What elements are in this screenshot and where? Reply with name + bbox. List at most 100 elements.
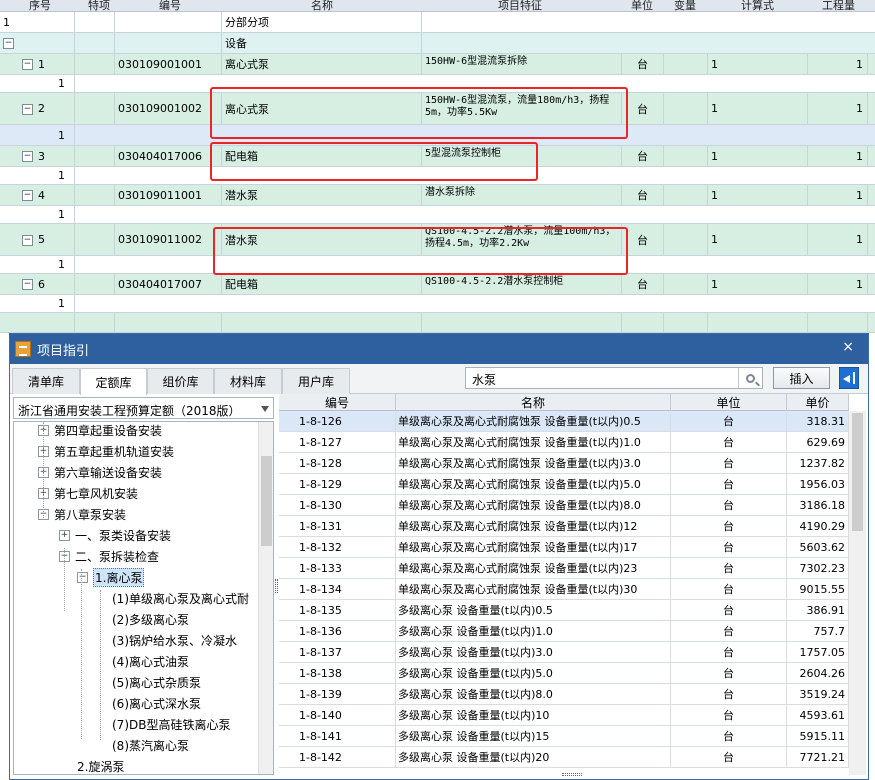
grid-cell-unit: 台: [671, 684, 787, 704]
row-seq: 1: [38, 206, 75, 223]
tree-node[interactable]: (5)离心式杂质泵: [112, 672, 201, 693]
row-seq-text: 4: [38, 188, 45, 202]
collapse-icon[interactable]: −: [22, 190, 33, 201]
collapse-icon[interactable]: −: [22, 279, 33, 290]
row-seq: 1: [38, 125, 75, 145]
grid-row[interactable]: 1-8-133 单级离心泵及离心式耐腐蚀泵 设备重量(t以内)23 台 7302.23: [279, 558, 849, 579]
tree-node-label: 二、泵拆装检查: [75, 550, 160, 564]
search-value[interactable]: 水泵: [472, 371, 496, 388]
grid-row[interactable]: 1-8-127 单级离心泵及离心式耐腐蚀泵 设备重量(t以内)1.0 台 629.69: [279, 432, 849, 453]
table-row[interactable]: 1: [0, 206, 875, 224]
tab-5[interactable]: 用户库: [282, 368, 350, 394]
grid-cell-code: 1-8-137: [279, 642, 396, 662]
tree-node[interactable]: 2.旋涡泵: [77, 756, 124, 774]
grid-row[interactable]: 1-8-136 多级离心泵 设备重量(t以内)1.0 台 757.7: [279, 621, 849, 642]
table-row[interactable]: 6− 030404017007 配电箱 QS100-4.5-2.2潜水泵控制柜台 1 1: [0, 274, 875, 295]
grid-row[interactable]: 1-8-130 单级离心泵及离心式耐腐蚀泵 设备重量(t以内)8.0 台 3186.1…: [279, 495, 849, 516]
row-name: 配电箱: [222, 274, 422, 294]
tree-node-label: 第四章起重设备安装: [54, 424, 163, 438]
close-icon[interactable]: ×: [842, 339, 854, 355]
cell: [664, 146, 708, 166]
row-feature: [422, 313, 622, 332]
cell: [75, 224, 115, 255]
grid-scrollbar[interactable]: [849, 411, 866, 775]
grid-cell-name: 多级离心泵 设备重量(t以内)10: [396, 705, 671, 725]
tree-node[interactable]: (4)离心式油泵: [112, 651, 189, 672]
insert-button[interactable]: 插入: [773, 367, 830, 389]
collapse-icon[interactable]: −: [22, 234, 33, 246]
grid-row[interactable]: 1-8-134 单级离心泵及离心式耐腐蚀泵 设备重量(t以内)30 台 9015.55: [279, 579, 849, 600]
tree-node[interactable]: −1.离心泵: [77, 567, 145, 588]
grid-row[interactable]: 1-8-139 多级离心泵 设备重量(t以内)8.0 台 3519.24: [279, 684, 849, 705]
grid-row[interactable]: 1-8-142 多级离心泵 设备重量(t以内)20 台 7721.21: [279, 747, 849, 768]
grid-row[interactable]: 1-8-137 多级离心泵 设备重量(t以内)3.0 台 1757.05: [279, 642, 849, 663]
row-code: 030404017006: [115, 146, 222, 166]
cell: [75, 54, 115, 74]
grid-row[interactable]: 1-8-126 单级离心泵及离心式耐腐蚀泵 设备重量(t以内)0.5 台 318.31: [279, 411, 849, 432]
grid-cell-name: 多级离心泵 设备重量(t以内)0.5: [396, 600, 671, 620]
row-calc: 1: [708, 185, 808, 205]
row-qty: 1: [808, 54, 868, 74]
table-row[interactable]: 4− 030109011001 潜水泵 潜水泵拆除台 1 1: [0, 185, 875, 206]
table-row[interactable]: [0, 313, 875, 333]
grid-row[interactable]: 1-8-132 单级离心泵及离心式耐腐蚀泵 设备重量(t以内)17 台 5603.62: [279, 537, 849, 558]
dock-panel-icon[interactable]: [839, 367, 859, 389]
grid-row[interactable]: 1-8-135 多级离心泵 设备重量(t以内)0.5 台 386.91: [279, 600, 849, 621]
collapse-icon[interactable]: −: [3, 37, 14, 49]
tab-3[interactable]: 组价库: [147, 368, 214, 394]
tree-node[interactable]: + 第六章输送设备安装: [38, 462, 162, 483]
row-seq: 1: [38, 256, 75, 273]
row-calc: 1: [708, 54, 808, 74]
grid-cell-unit: 台: [671, 642, 787, 662]
resize-handle[interactable]: [562, 773, 582, 776]
grid-cell-name: 单级离心泵及离心式耐腐蚀泵 设备重量(t以内)8.0: [396, 495, 671, 515]
tree-node[interactable]: (1)单级离心泵及离心式耐: [112, 588, 249, 609]
grid-row[interactable]: 1-8-128 单级离心泵及离心式耐腐蚀泵 设备重量(t以内)3.0 台 1237.8…: [279, 453, 849, 474]
table-row[interactable]: 1: [0, 295, 875, 313]
table-row[interactable]: − 设备: [0, 33, 875, 54]
expand-icon[interactable]: +: [59, 530, 70, 541]
tab-4[interactable]: 材料库: [214, 368, 282, 394]
search-icon[interactable]: [738, 368, 762, 388]
chevron-down-icon[interactable]: [261, 406, 269, 412]
row-code: 030404017007: [115, 274, 222, 294]
grid-row[interactable]: 1-8-131 单级离心泵及离心式耐腐蚀泵 设备重量(t以内)12 台 4190.29: [279, 516, 849, 537]
collapse-icon[interactable]: −: [22, 59, 33, 70]
search-input[interactable]: 水泵: [465, 367, 763, 389]
tab-2[interactable]: 定额库: [80, 368, 147, 395]
grid-row[interactable]: 1-8-138 多级离心泵 设备重量(t以内)5.0 台 2604.26: [279, 663, 849, 684]
table-row[interactable]: 1−030109001001 离心式泵 150HW-6型混流泵拆除台 1 1: [0, 54, 875, 75]
library-select[interactable]: 浙江省通用安装工程预算定额（2018版）: [13, 397, 274, 419]
tree-node-label: 第八章泵安装: [54, 508, 127, 522]
grid-cell-code: 1-8-136: [279, 621, 396, 641]
tree-node[interactable]: − 第八章泵安装: [38, 504, 126, 525]
grid-cell-unit: 台: [671, 705, 787, 725]
tree-scrollbar[interactable]: [258, 422, 273, 774]
grid-cell-unit: 台: [671, 663, 787, 683]
tree-node[interactable]: (7)DB型高硅铁离心泵: [112, 714, 230, 735]
grid-row[interactable]: 1-8-140 多级离心泵 设备重量(t以内)10 台 4593.61: [279, 705, 849, 726]
tree-node[interactable]: + 第四章起重设备安装: [38, 422, 163, 441]
tree-node[interactable]: − 二、泵拆装检查: [59, 546, 159, 567]
splitter-handle[interactable]: [275, 579, 278, 593]
expand-icon[interactable]: −: [77, 572, 88, 583]
tree-node[interactable]: (2)多级离心泵: [112, 609, 189, 630]
collapse-icon[interactable]: −: [22, 103, 33, 115]
tree-node[interactable]: + 一、泵类设备安装: [59, 525, 171, 546]
dialog-title: 项目指引: [37, 343, 90, 359]
grid-row[interactable]: 1-8-129 单级离心泵及离心式耐腐蚀泵 设备重量(t以内)5.0 台 1956.0…: [279, 474, 849, 495]
tree-node[interactable]: + 第五章起重机轨道安装: [38, 441, 174, 462]
grid-row[interactable]: 1-8-141 多级离心泵 设备重量(t以内)15 台 5915.11: [279, 726, 849, 747]
tree-node[interactable]: (6)离心式深水泵: [112, 693, 201, 714]
tree-node[interactable]: + 第七章风机安装: [38, 483, 138, 504]
grid-cell-price: 4593.61: [787, 705, 849, 725]
tab-1[interactable]: 清单库: [12, 368, 80, 394]
tree-node[interactable]: (3)锅炉给水泵、冷凝水: [112, 630, 237, 651]
table-row[interactable]: 1 分部分项: [0, 12, 875, 33]
grid-cell-unit: 台: [671, 432, 787, 452]
tree-node-label: (1)单级离心泵及离心式耐: [112, 592, 249, 606]
tree-node[interactable]: (8)蒸汽离心泵: [112, 735, 189, 756]
cell: [664, 93, 708, 124]
cell: [664, 274, 708, 294]
collapse-icon[interactable]: −: [22, 151, 33, 162]
